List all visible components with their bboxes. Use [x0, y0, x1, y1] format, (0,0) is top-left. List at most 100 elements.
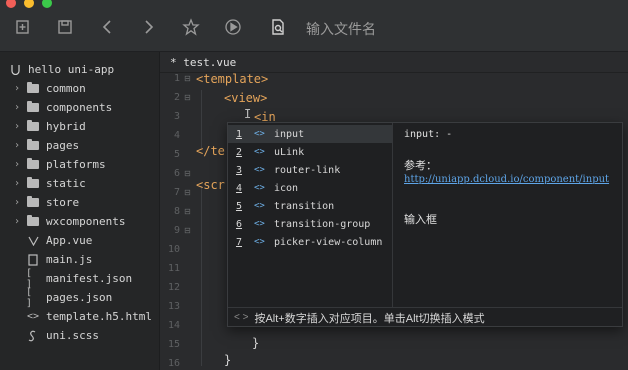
line-number: 10: [167, 244, 180, 255]
tree-file-manifest-json[interactable]: [ ] manifest.json: [26, 267, 133, 290]
suggestion-label: transition-group: [274, 218, 371, 230]
code-tag-icon: <>: [254, 129, 265, 139]
file-search-input[interactable]: 输入文件名: [306, 19, 376, 39]
new-file-icon[interactable]: [13, 17, 33, 37]
detail-reference-label: 参考：: [404, 160, 437, 172]
code-line-6: <scr: [196, 178, 225, 192]
close-window-button[interactable]: [6, 0, 16, 8]
tree-item-label: platforms: [46, 158, 106, 171]
code-line-1: <template>: [196, 72, 269, 86]
folder-icon: [26, 120, 40, 133]
tree-item-label: common: [46, 82, 86, 95]
tree-folder-wxcomponents[interactable]: › wxcomponents: [14, 212, 125, 231]
star-icon[interactable]: [181, 17, 201, 37]
tree-file-app-vue[interactable]: App.vue: [26, 231, 92, 250]
code-tag-icon: <>: [254, 183, 265, 193]
tree-folder-hybrid[interactable]: › hybrid: [14, 117, 86, 136]
code-line-2: <view>: [224, 91, 268, 105]
chevron-right-icon[interactable]: ›: [14, 159, 26, 170]
suggestion-number: 1: [235, 128, 243, 140]
tree-folder-common[interactable]: › common: [14, 79, 86, 98]
prev-next-icon[interactable]: < >: [234, 312, 248, 323]
run-icon[interactable]: [223, 17, 243, 37]
tree-item-label: pages.json: [46, 291, 113, 304]
tree-folder-pages[interactable]: › pages: [14, 136, 79, 155]
code-tag-icon: <>: [254, 201, 265, 211]
json-file-icon: [ ]: [26, 286, 33, 309]
suggestion-list: 1 <> input 2 <> uLink 3 <> router-link 4…: [228, 123, 392, 307]
chevron-right-icon[interactable]: ›: [14, 216, 26, 227]
folder-icon: [26, 196, 40, 209]
tree-item-label: static: [46, 177, 86, 190]
folder-icon: [26, 101, 40, 114]
minimize-window-button[interactable]: [24, 0, 34, 8]
fold-icon[interactable]: ⊟: [184, 93, 191, 102]
back-icon[interactable]: [97, 17, 117, 37]
suggestion-item[interactable]: 1 <> input: [228, 125, 392, 143]
tree-file-template-h5-html[interactable]: <> template.h5.html: [26, 307, 152, 326]
folder-icon: [26, 177, 40, 190]
tree-folder-components[interactable]: › components: [14, 98, 112, 117]
tree-folder-platforms[interactable]: › platforms: [14, 155, 106, 174]
tree-item-label: main.js: [46, 253, 93, 266]
tree-item-label: template.h5.html: [46, 310, 152, 323]
indent-guide: [201, 186, 202, 366]
line-number: 7: [173, 187, 180, 198]
maximize-window-button[interactable]: [42, 0, 52, 8]
chevron-right-icon[interactable]: ›: [14, 102, 26, 113]
suggestion-item[interactable]: 4 <> icon: [228, 179, 392, 197]
save-icon[interactable]: [55, 17, 75, 37]
suggestion-item[interactable]: 5 <> transition: [228, 197, 392, 215]
suggestion-label: router-link: [274, 164, 341, 176]
tree-folder-static[interactable]: › static: [14, 174, 86, 193]
json-file-icon: [ ]: [26, 267, 33, 290]
suggestion-item[interactable]: 2 <> uLink: [228, 143, 392, 161]
search-file-icon[interactable]: [268, 17, 288, 37]
fold-icon[interactable]: ⊟: [184, 207, 191, 216]
documentation-link[interactable]: http://uniapp.dcloud.io/component/input: [404, 173, 609, 187]
chevron-right-icon[interactable]: ›: [14, 121, 26, 132]
popup-divider: [392, 123, 393, 307]
chevron-right-icon[interactable]: ›: [14, 178, 26, 189]
vue-file-icon: [26, 235, 40, 247]
chevron-right-icon[interactable]: ›: [14, 197, 26, 208]
chevron-right-icon[interactable]: ›: [14, 140, 26, 151]
fold-icon[interactable]: ⊟: [184, 74, 191, 83]
tree-file-uni-scss[interactable]: uni.scss: [26, 326, 99, 345]
chevron-right-icon[interactable]: ›: [14, 83, 26, 94]
project-root[interactable]: hello uni-app: [8, 60, 114, 79]
code-line-16: }: [252, 336, 260, 350]
toolbar: 输入文件名: [0, 0, 628, 52]
tree-item-label: manifest.json: [46, 272, 133, 285]
suggestion-number: 7: [235, 236, 243, 248]
suggestion-number: 4: [235, 182, 243, 194]
fold-icon[interactable]: ⊟: [184, 188, 191, 197]
suggestion-item[interactable]: 6 <> transition-group: [228, 215, 392, 233]
suggestion-item[interactable]: 3 <> router-link: [228, 161, 392, 179]
fold-icon[interactable]: ⊟: [184, 226, 191, 235]
suggestion-label: icon: [274, 182, 299, 194]
js-file-icon: [26, 253, 40, 266]
suggestion-number: 5: [235, 200, 243, 212]
tree-folder-store[interactable]: › store: [14, 193, 79, 212]
suggestion-label: picker-view-column: [274, 236, 383, 248]
popup-hint: 按Alt+数字插入对应项目。单击Alt切换插入模式: [254, 312, 485, 325]
line-number: 4: [173, 130, 180, 141]
suggestion-item[interactable]: 7 <> picker-view-column: [228, 233, 392, 251]
project-explorer: hello uni-app › common › components › hy…: [0, 52, 160, 370]
line-number: 14: [167, 320, 180, 331]
suggestion-number: 3: [235, 164, 243, 176]
folder-icon: [26, 158, 40, 171]
tree-item-label: wxcomponents: [46, 215, 126, 228]
html-file-icon: <>: [26, 311, 40, 322]
tree-file-pages-json[interactable]: [ ] pages.json: [26, 286, 113, 309]
tree-file-main-js[interactable]: main.js: [26, 250, 92, 269]
popup-footer: < > 按Alt+数字插入对应项目。单击Alt切换插入模式: [228, 307, 622, 327]
scss-file-icon: [26, 330, 40, 342]
forward-icon[interactable]: [139, 17, 159, 37]
fold-icon[interactable]: ⊟: [184, 169, 191, 178]
line-number: 9: [173, 225, 180, 236]
line-number: 16: [167, 358, 180, 369]
tab-test-vue[interactable]: * test.vue: [170, 52, 236, 72]
suggestion-label: transition: [274, 200, 335, 212]
